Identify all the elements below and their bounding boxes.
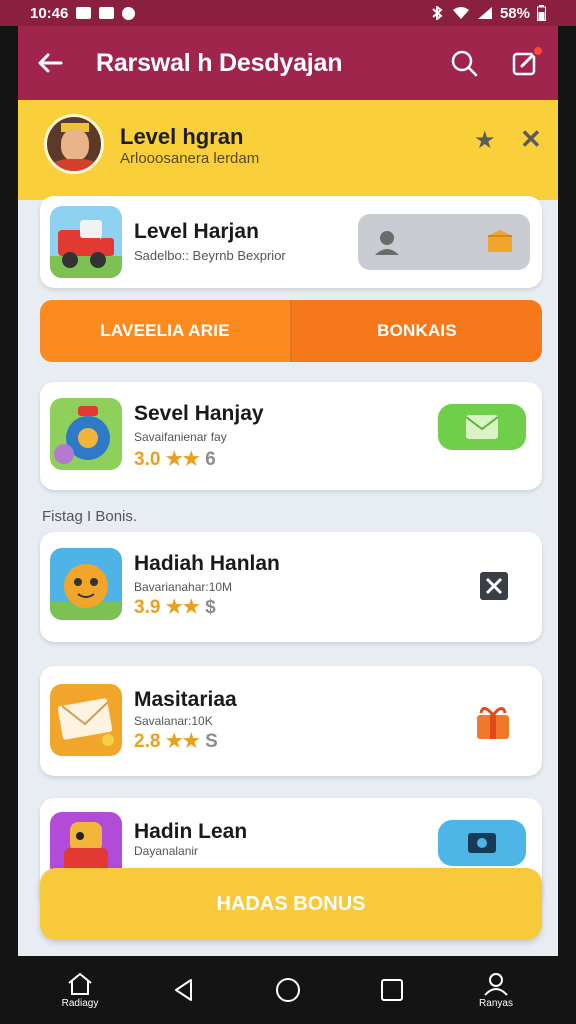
list-item[interactable]: Masitariaa Savalanar:10K 2.8 ★★ S	[40, 666, 542, 776]
section-label: Fistag I Bonis.	[42, 508, 138, 525]
avatar-face	[61, 129, 89, 161]
close-icon[interactable]: ✕	[520, 124, 542, 155]
featured-thumbnail	[50, 206, 122, 278]
edit-button[interactable]	[512, 45, 544, 77]
tab-bonus[interactable]: BONKAIS	[292, 300, 542, 362]
tab-bar: LAVEELIA ARIE BONKAIS	[40, 300, 542, 362]
tab-level[interactable]: LAVEELIA ARIE	[40, 300, 292, 362]
letter-icon	[57, 698, 114, 746]
featured-title: Level Harjan	[134, 220, 259, 243]
envelope-icon	[465, 415, 499, 439]
item-subtitle: Savalanar:10K	[134, 714, 213, 728]
notification-dot	[532, 45, 544, 57]
recents-icon	[381, 979, 403, 1001]
rating-value: 2.8	[134, 731, 161, 752]
phone-screen: 10:46 58% Rarswal h Desdyajan Level hgra…	[0, 0, 576, 1024]
nav-back[interactable]	[154, 978, 214, 1002]
item-subtitle: Dayanalanir	[134, 844, 199, 858]
nav-recents[interactable]	[362, 978, 422, 1002]
nav-home-label: Radiagy	[61, 997, 99, 1009]
mail-icon	[76, 7, 92, 19]
box-icon	[488, 230, 512, 252]
rating-value: 3.0	[134, 449, 161, 470]
back-icon	[175, 979, 192, 1001]
list-item[interactable]: Hadiah Hanlan Bavarianahar:10M 3.9 ★★ $	[40, 532, 542, 642]
item-thumbnail	[50, 548, 122, 620]
claim-bonus-button[interactable]: HADAS BONUS	[40, 868, 542, 940]
avatar[interactable]	[44, 114, 104, 174]
item-thumbnail	[50, 684, 122, 756]
avatar-shirt	[51, 159, 99, 171]
mascot-icon	[50, 564, 122, 620]
item-title: Masitariaa	[134, 688, 237, 711]
search-icon	[451, 50, 478, 77]
nav-profile[interactable]: Ranyas	[466, 972, 526, 1009]
item-subtitle: Savaifanienar fay	[134, 430, 227, 444]
star-icon: ★★	[165, 731, 200, 752]
item-title: Sevel Hanjay	[134, 402, 264, 425]
bottom-nav: Radiagy Ranyas	[0, 956, 576, 1024]
featured-subtitle: Sadelbo:: Beyrnb Bexprior	[134, 248, 286, 263]
gift-button[interactable]	[470, 698, 516, 744]
item-title: Hadin Lean	[134, 820, 248, 843]
camera-icon	[468, 833, 496, 853]
featured-action-button[interactable]	[358, 214, 530, 270]
signal-icon	[477, 7, 492, 19]
wifi-icon	[452, 7, 469, 19]
bezel-right	[558, 26, 576, 956]
battery-icon	[537, 5, 546, 21]
battery-level: 58%	[499, 4, 530, 22]
photo-button[interactable]	[438, 820, 526, 866]
back-button[interactable]	[36, 49, 64, 77]
level-value: $	[205, 597, 216, 618]
star-icon[interactable]: ★	[474, 126, 496, 155]
list-item[interactable]: Sevel Hanjay Savaifanienar fay 3.0 ★★ 6	[40, 382, 542, 490]
item-rating: 3.0 ★★ 6	[134, 448, 216, 471]
item-subtitle: Bavarianahar:10M	[134, 580, 233, 594]
nav-home[interactable]: Radiagy	[50, 972, 110, 1009]
nav-home-circle[interactable]	[258, 977, 318, 1003]
featured-card[interactable]: Level Harjan Sadelbo:: Beyrnb Bexprior	[40, 196, 542, 288]
level-value: 6	[205, 449, 216, 470]
page-title: Rarswal h Desdyajan	[96, 48, 343, 77]
bluetooth-icon	[432, 6, 443, 20]
gift-icon	[477, 707, 509, 739]
spinner-toy-icon	[54, 406, 110, 464]
bezel-left	[0, 26, 18, 956]
star-icon: ★★	[165, 449, 200, 470]
truck-icon	[50, 220, 122, 278]
user-icon	[375, 231, 399, 255]
profile-icon	[484, 972, 508, 996]
banner-title: Level hgran	[120, 124, 244, 149]
banner-subtitle: Arlooosanera lerdam	[120, 150, 260, 167]
status-bar: 10:46 58%	[0, 0, 576, 26]
mail-button[interactable]	[438, 404, 526, 450]
item-rating: 3.9 ★★ $	[134, 596, 216, 619]
level-banner: Level hgran Arlooosanera lerdam ★ ✕	[18, 100, 558, 200]
item-title: Hadiah Hanlan	[134, 552, 280, 575]
app-bar: Rarswal h Desdyajan	[18, 26, 558, 100]
home-icon	[68, 972, 92, 995]
item-thumbnail	[50, 398, 122, 470]
dismiss-button[interactable]	[474, 566, 514, 606]
level-value: S	[205, 731, 218, 752]
sync-icon	[122, 6, 136, 20]
star-icon: ★★	[165, 597, 200, 618]
status-time: 10:46	[30, 4, 69, 22]
nav-profile-label: Ranyas	[479, 997, 513, 1009]
arrow-left-icon	[38, 53, 63, 73]
home-circle-icon	[276, 978, 300, 1002]
close-box-icon	[480, 572, 508, 600]
notification-icon	[99, 7, 115, 19]
rating-value: 3.9	[134, 597, 161, 618]
item-rating: 2.8 ★★ S	[134, 730, 218, 753]
search-button[interactable]	[450, 49, 478, 77]
